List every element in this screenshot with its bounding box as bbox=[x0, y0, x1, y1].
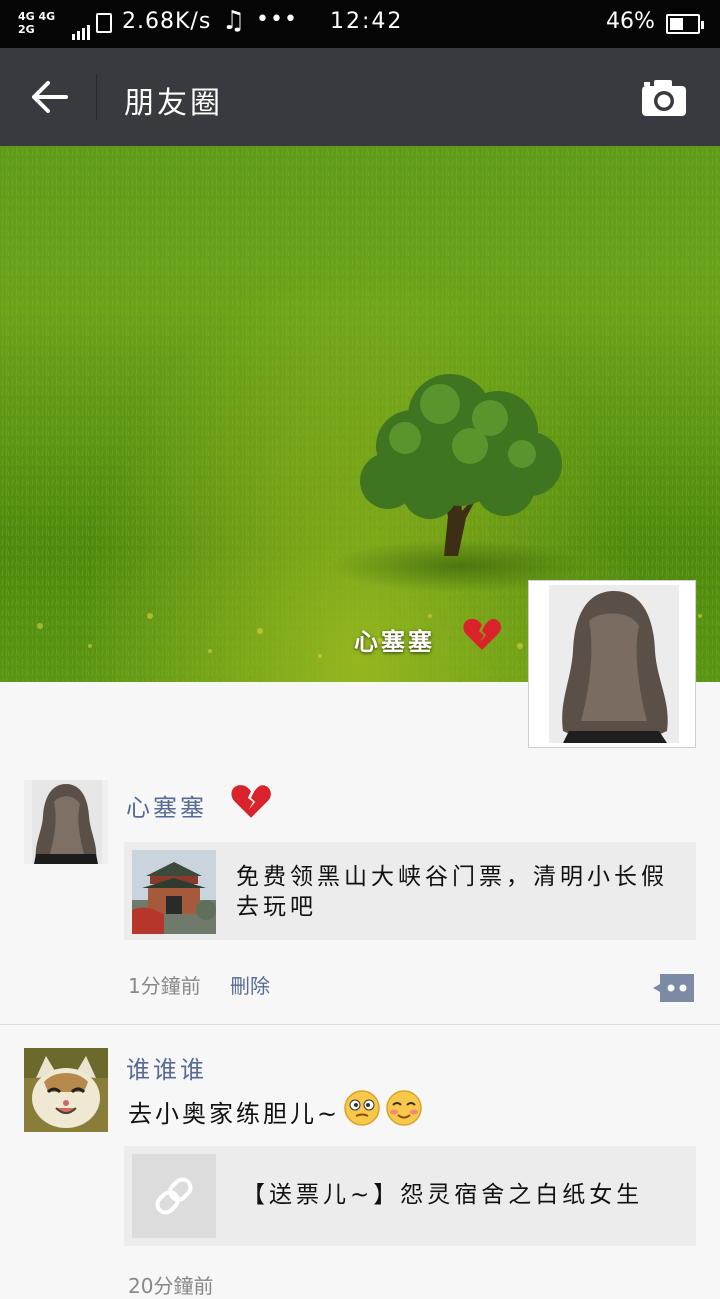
camera-icon bbox=[642, 80, 686, 116]
user-photo bbox=[24, 780, 108, 864]
network-speed: 2.68K/s bbox=[122, 9, 212, 34]
back-button[interactable] bbox=[28, 76, 72, 118]
comment-icon bbox=[653, 974, 694, 1002]
broken-heart-icon bbox=[463, 618, 501, 650]
moment-post: 谁谁谁 去小奥家练胆儿~ 【送票儿~】怨灵宿舍之白纸女生 20分鐘前 bbox=[0, 1048, 720, 1298]
temple-gate-image bbox=[132, 850, 216, 934]
page-title: 朋友圈 bbox=[124, 86, 223, 121]
blushing-face-emoji-icon bbox=[386, 1090, 422, 1126]
post-divider bbox=[0, 1024, 720, 1025]
post-time: 20分鐘前 bbox=[128, 1274, 214, 1298]
share-title: 【送票儿~】怨灵宿舍之白纸女生 bbox=[242, 1182, 644, 1208]
avatar[interactable] bbox=[24, 1048, 108, 1132]
comment-button[interactable] bbox=[652, 972, 696, 1004]
share-thumbnail bbox=[132, 1154, 216, 1238]
battery-percent: 46% bbox=[606, 9, 655, 34]
shared-link-card[interactable]: 免费领黑山大峡谷门票，清明小长假去玩吧 bbox=[124, 842, 696, 940]
music-icon: ♫ bbox=[222, 6, 246, 36]
post-time: 1分鐘前 bbox=[128, 974, 201, 998]
post-author[interactable]: 谁谁谁 bbox=[126, 1050, 207, 1085]
sim-icon bbox=[96, 13, 112, 33]
network-indicator: 4G 4G 2G bbox=[18, 10, 56, 36]
link-icon bbox=[155, 1177, 193, 1215]
nav-divider bbox=[96, 74, 97, 120]
arrow-left-icon bbox=[32, 81, 68, 113]
moment-post: 心塞塞 免费领黑山大峡谷门票，清明小长假去玩吧 1分鐘前 刪除 bbox=[0, 780, 720, 1024]
profile-avatar[interactable] bbox=[528, 580, 696, 748]
share-thumbnail bbox=[132, 850, 216, 934]
clock: 12:42 bbox=[330, 9, 404, 34]
status-bar: 4G 4G 2G 2.68K/s ♫ ••• 12:42 46% bbox=[0, 0, 720, 48]
shared-link-card[interactable]: 【送票儿~】怨灵宿舍之白纸女生 bbox=[124, 1146, 696, 1246]
signal-icon bbox=[72, 15, 92, 40]
post-author[interactable]: 心塞塞 bbox=[126, 788, 207, 823]
battery-icon bbox=[666, 14, 704, 34]
more-notifications-icon: ••• bbox=[256, 7, 298, 32]
cat-photo bbox=[24, 1048, 108, 1132]
cover-user-name: 心塞塞 bbox=[354, 628, 435, 656]
post-text: 去小奥家练胆儿~ bbox=[128, 1100, 341, 1128]
nav-bar: 朋友圈 bbox=[0, 48, 720, 146]
avatar[interactable] bbox=[24, 780, 108, 864]
share-title: 免费领黑山大峡谷门票，清明小长假去玩吧 bbox=[236, 864, 668, 920]
delete-link[interactable]: 刪除 bbox=[230, 970, 270, 999]
dizzy-face-emoji-icon bbox=[344, 1090, 380, 1126]
profile-photo bbox=[549, 585, 679, 743]
camera-button[interactable] bbox=[640, 78, 688, 118]
broken-heart-icon bbox=[231, 785, 271, 818]
